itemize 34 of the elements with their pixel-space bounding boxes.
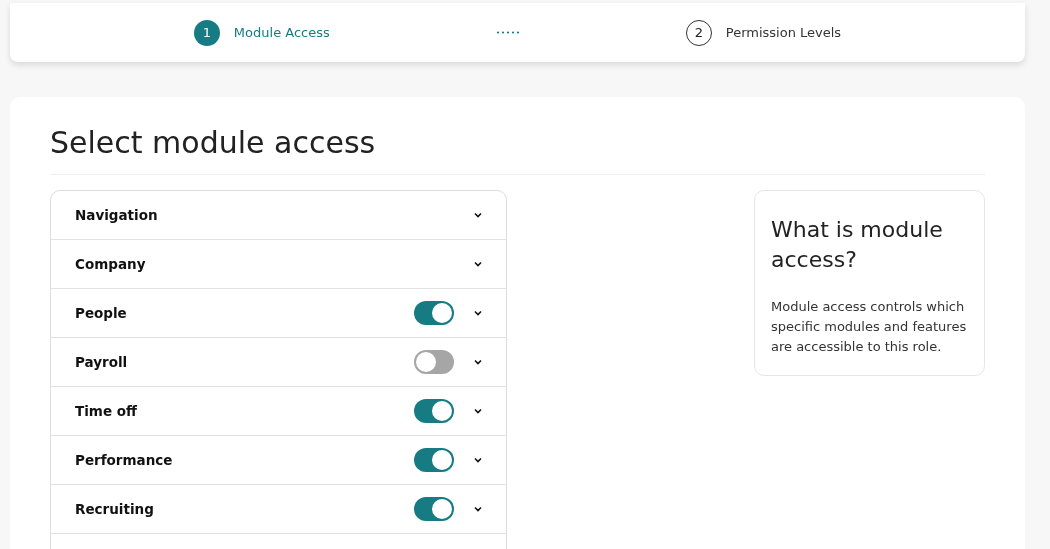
module-row[interactable]: Navigation <box>51 191 506 240</box>
module-label: Recruiting <box>75 501 155 517</box>
module-row[interactable]: Payroll <box>51 338 506 387</box>
module-row[interactable]: People <box>51 289 506 338</box>
toggle-switch[interactable] <box>414 350 454 374</box>
module-label: Navigation <box>75 207 159 223</box>
toggle-switch[interactable] <box>414 448 454 472</box>
info-text: Module access controls which specific modules and features are accessible to this role. <box>771 298 968 356</box>
module-label: Performance <box>75 452 174 468</box>
module-label: Time off <box>75 403 138 419</box>
chevron-down-icon[interactable] <box>474 408 482 414</box>
module-row[interactable]: Time off <box>51 387 506 436</box>
chevron-down-icon[interactable] <box>474 457 482 463</box>
chevron-down-icon[interactable] <box>474 506 482 512</box>
dotted-connector-icon <box>495 31 520 34</box>
toggle-switch[interactable] <box>414 301 454 325</box>
info-heading: What is module access? <box>771 216 944 274</box>
chevron-down-icon[interactable] <box>474 359 482 365</box>
module-label: Company <box>75 256 147 272</box>
chevron-down-icon[interactable] <box>474 261 482 267</box>
module-row[interactable]: Recruiting <box>51 485 506 534</box>
module-label: Payroll <box>75 354 129 370</box>
step-label[interactable]: Module Access <box>233 25 330 40</box>
step-label[interactable]: Permission Levels <box>725 25 842 40</box>
module-label: People <box>75 305 128 321</box>
module-row[interactable]: Company <box>51 240 506 289</box>
step-number[interactable]: 1 <box>193 19 220 46</box>
chevron-down-icon[interactable] <box>474 212 482 218</box>
page-title: Select module access <box>50 125 985 175</box>
chevron-down-icon[interactable] <box>474 310 482 316</box>
toggle-switch[interactable] <box>414 497 454 521</box>
module-row[interactable]: Performance <box>51 436 506 485</box>
toggle-switch[interactable] <box>414 399 454 423</box>
step-number[interactable]: 2 <box>685 19 712 46</box>
